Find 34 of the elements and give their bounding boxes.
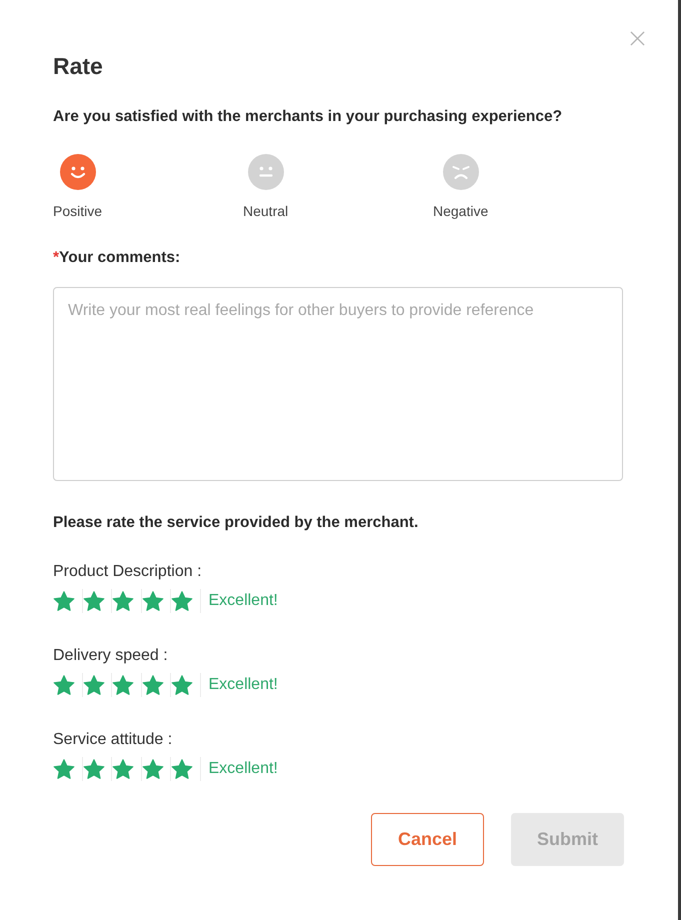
star-icon[interactable] bbox=[142, 674, 164, 696]
rating-label: Product Description : bbox=[53, 562, 202, 582]
star-icon[interactable] bbox=[171, 758, 193, 780]
star-icon[interactable] bbox=[142, 758, 164, 780]
star-icon[interactable] bbox=[53, 674, 75, 696]
star-icon[interactable] bbox=[82, 674, 104, 696]
comments-label: *Your comments: bbox=[53, 248, 180, 268]
mood-label: Neutral bbox=[243, 202, 288, 221]
star-icon[interactable] bbox=[112, 590, 134, 612]
star-icon[interactable] bbox=[53, 758, 75, 780]
face-icon[interactable] bbox=[60, 154, 96, 190]
rating-label: Service attitude : bbox=[53, 730, 172, 750]
face-icon[interactable] bbox=[248, 154, 284, 190]
star-icon[interactable] bbox=[82, 590, 104, 612]
star-icon[interactable] bbox=[142, 590, 164, 612]
star-icon[interactable] bbox=[82, 758, 104, 780]
rating-verdict: Excellent! bbox=[208, 759, 278, 779]
star-icon[interactable] bbox=[112, 674, 134, 696]
face-icon[interactable] bbox=[442, 154, 479, 190]
dialog-title: Rate bbox=[53, 52, 103, 81]
service-heading: Please rate the service provided by the merchant. bbox=[53, 513, 418, 533]
star-icon[interactable] bbox=[112, 758, 134, 780]
mood-label: Positive bbox=[53, 202, 102, 221]
rating-label: Delivery speed : bbox=[53, 646, 168, 666]
star-icon[interactable] bbox=[171, 674, 193, 696]
mood-label: Negative bbox=[433, 202, 488, 221]
close-icon[interactable] bbox=[630, 31, 645, 46]
rating-verdict: Excellent! bbox=[208, 675, 278, 695]
comments-field[interactable]: Write your most real feelings for other buyers to provide reference bbox=[53, 287, 623, 481]
star-icon[interactable] bbox=[171, 590, 193, 612]
rating-verdict: Excellent! bbox=[208, 591, 278, 611]
cancel-button[interactable]: Cancel bbox=[371, 813, 484, 866]
star-icon[interactable] bbox=[53, 590, 75, 612]
question-text: Are you satisfied with the merchants in your purchasing experience? bbox=[53, 107, 562, 127]
